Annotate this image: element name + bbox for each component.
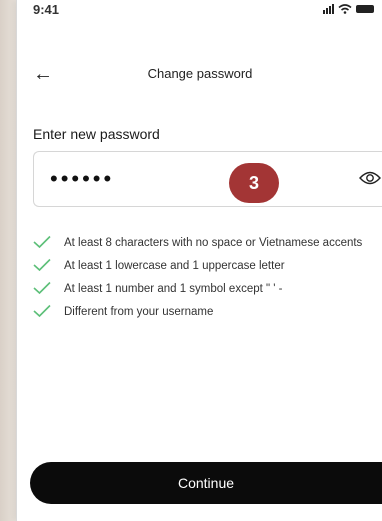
requirement-text: At least 8 characters with no space or V… [64, 237, 363, 249]
check-icon [33, 304, 51, 318]
check-icon [33, 235, 51, 249]
requirements-list: At least 8 characters with no space or V… [32, 235, 372, 327]
annotation-badge: 3 [229, 163, 279, 203]
requirement-item: Different from your username [32, 304, 372, 321]
wifi-icon [338, 4, 352, 14]
page-title: Change password [147, 66, 253, 81]
check-icon [33, 281, 51, 295]
arrow-left-icon[interactable]: ← [33, 64, 53, 84]
requirement-text: At least 1 lowercase and 1 uppercase let… [64, 260, 285, 272]
password-value: •••••• [50, 166, 115, 191]
requirement-text: Different from your username [64, 306, 214, 318]
requirement-item: At least 1 lowercase and 1 uppercase let… [32, 258, 372, 275]
requirement-text: At least 1 number and 1 symbol except " … [64, 283, 283, 295]
continue-button[interactable]: Continue [30, 462, 382, 504]
status-icons [323, 4, 374, 14]
signal-icon [323, 4, 334, 14]
field-label: Enter new password [33, 126, 160, 142]
battery-icon [356, 5, 374, 13]
requirement-item: At least 1 number and 1 symbol except " … [32, 281, 372, 298]
requirement-item: At least 8 characters with no space or V… [32, 235, 372, 252]
status-time: 9:41 [33, 2, 60, 17]
eye-icon[interactable] [359, 170, 381, 186]
password-input[interactable]: •••••• [33, 151, 382, 207]
check-icon [33, 258, 51, 272]
